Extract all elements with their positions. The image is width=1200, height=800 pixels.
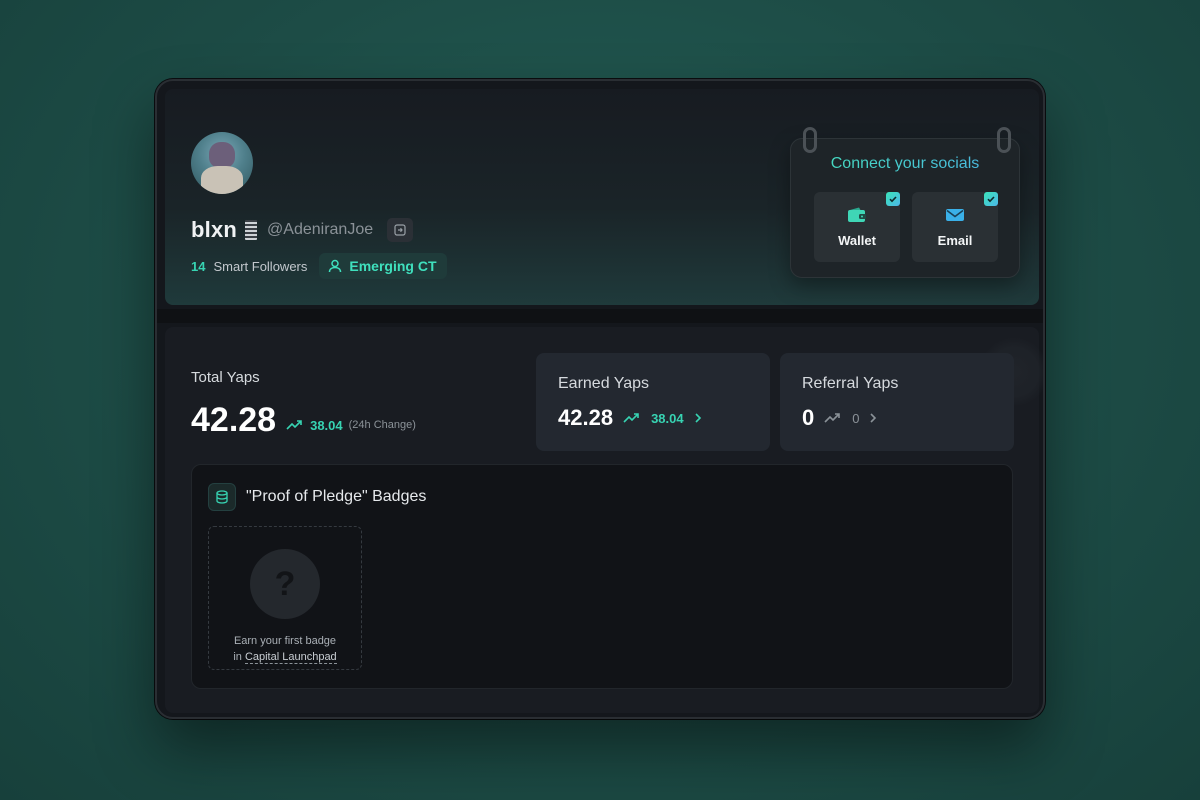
wallet-label: Wallet bbox=[838, 232, 876, 248]
followers-row: 14 Smart Followers Emerging CT bbox=[191, 253, 447, 279]
empty-badge-line: Earn your first badge bbox=[233, 635, 337, 647]
name-decoration bbox=[245, 220, 258, 240]
total-yaps-value: 42.28 bbox=[191, 401, 277, 439]
trending-up-icon bbox=[623, 413, 639, 423]
tier-label: Emerging CT bbox=[349, 258, 437, 274]
logout-button[interactable] bbox=[387, 218, 414, 242]
wallet-icon bbox=[848, 207, 866, 222]
earned-yaps-row: 42.28 38.04 bbox=[558, 405, 702, 431]
referral-change-value: 0 bbox=[852, 410, 860, 426]
coins-stack-icon bbox=[208, 483, 236, 511]
smart-followers-count: 14 bbox=[191, 258, 206, 274]
wallet-button[interactable]: Wallet bbox=[814, 192, 900, 262]
total-yaps-change: 38.04 (24h Change) bbox=[286, 418, 416, 433]
user-handle: @AdeniranJoe bbox=[267, 221, 374, 238]
stats-card: Total Yaps 42.28 38.04 (24h Change) Earn… bbox=[165, 327, 1043, 713]
earned-yaps-value: 42.28 bbox=[558, 405, 614, 430]
smart-followers-label: Smart Followers bbox=[213, 258, 308, 274]
earned-yaps-card[interactable]: Earned Yaps 42.28 38.04 bbox=[536, 353, 770, 451]
avatar[interactable] bbox=[191, 132, 253, 194]
badges-title: "Proof of Pledge" Badges bbox=[246, 488, 427, 505]
earned-yaps-title: Earned Yaps bbox=[558, 375, 650, 392]
capital-launchpad-link[interactable]: Capital Launchpad bbox=[244, 651, 337, 664]
badges-panel: "Proof of Pledge" Badges ? Earn your fir… bbox=[191, 464, 1013, 689]
email-button[interactable]: Email bbox=[912, 192, 998, 262]
total-change-value: 38.04 bbox=[310, 417, 343, 433]
total-yaps-title: Total Yaps bbox=[191, 369, 260, 386]
referral-yaps-card[interactable]: Referral Yaps 0 0 bbox=[780, 353, 1014, 451]
chevron-right-icon[interactable] bbox=[869, 412, 877, 424]
user-icon bbox=[329, 259, 342, 273]
check-icon bbox=[886, 192, 900, 206]
earned-change-value: 38.04 bbox=[651, 410, 684, 426]
binder-ring-icon bbox=[997, 127, 1011, 153]
section-divider bbox=[157, 309, 1043, 323]
question-mark-icon: ? bbox=[250, 549, 320, 619]
tier-badge: Emerging CT bbox=[319, 253, 447, 279]
name-row: blxn @AdeniranJoe bbox=[191, 217, 414, 243]
referral-yaps-value: 0 bbox=[802, 405, 815, 430]
check-icon bbox=[984, 192, 998, 206]
display-name: blxn bbox=[191, 217, 238, 242]
binder-ring-icon bbox=[803, 127, 817, 153]
app-window: blxn @AdeniranJoe 14 Smart Followers Eme… bbox=[155, 79, 1045, 719]
referral-yaps-row: 0 0 bbox=[802, 405, 877, 431]
total-yaps-row: 42.28 38.04 (24h Change) bbox=[191, 401, 416, 440]
trending-up-icon bbox=[824, 413, 841, 423]
profile-card: blxn @AdeniranJoe 14 Smart Followers Eme… bbox=[165, 89, 1039, 305]
logout-icon bbox=[394, 224, 406, 236]
trending-up-icon bbox=[286, 420, 302, 430]
empty-badge-prefix: in bbox=[233, 651, 242, 663]
email-icon bbox=[946, 208, 964, 221]
email-label: Email bbox=[937, 232, 973, 248]
badges-header: "Proof of Pledge" Badges bbox=[208, 483, 426, 511]
total-change-label: (24h Change) bbox=[348, 419, 416, 431]
socials-title: Connect your socials bbox=[791, 155, 1019, 173]
chevron-right-icon[interactable] bbox=[694, 412, 702, 424]
empty-badge-text: Earn your first badge in Capital Launchp… bbox=[233, 633, 337, 665]
empty-badge-slot: ? Earn your first badge in Capital Launc… bbox=[208, 526, 362, 670]
referral-yaps-title: Referral Yaps bbox=[802, 375, 899, 392]
connect-socials-card: Connect your socials Wallet Email bbox=[790, 127, 1020, 278]
